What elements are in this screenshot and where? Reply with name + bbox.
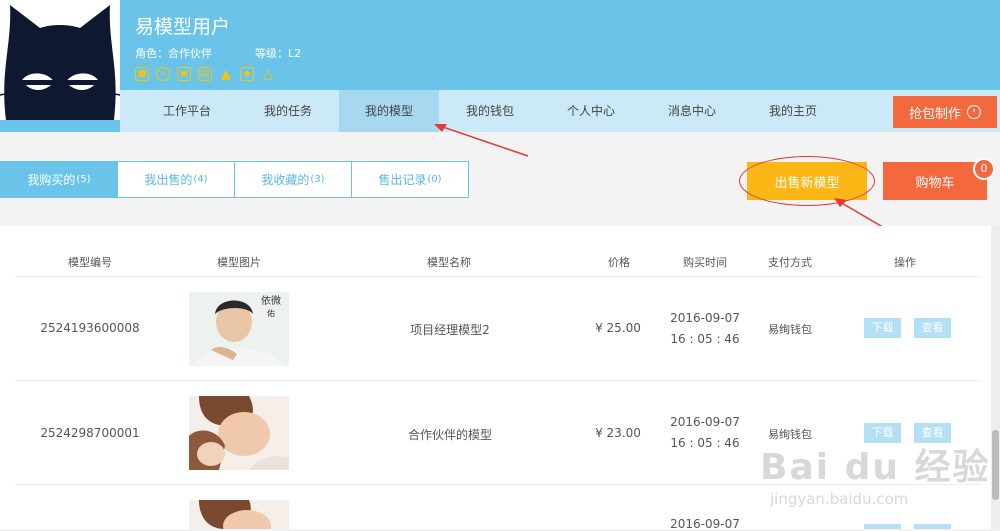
model-id: 2524298700001 (40, 426, 140, 440)
model-name: 合作伙伴的模型 (407, 428, 492, 442)
col-header-name: 模型名称 (427, 256, 471, 269)
col-header-payment: 支付方式 (768, 256, 812, 269)
download-button[interactable]: 下载 (864, 318, 901, 338)
col-header-actions: 操作 (894, 256, 916, 269)
watermark: Bai du 经验 jingyan.baidu.com (760, 438, 991, 508)
watermark-brand: Bai du 经验 (760, 447, 991, 488)
download-button[interactable] (864, 524, 901, 529)
model-thumbnail[interactable]: 依微 佑 (189, 292, 289, 366)
col-header-image: 模型图片 (217, 256, 261, 269)
view-button[interactable]: 查看 (914, 318, 951, 338)
row-divider (15, 380, 980, 381)
purchase-time: 16 : 05 : 46 (670, 436, 740, 450)
svg-text:依微: 依微 (261, 294, 281, 307)
col-header-price: 价格 (608, 256, 630, 269)
model-thumbnail[interactable] (189, 396, 289, 470)
purchase-date: 2016-09-07 (670, 311, 740, 325)
payment-method: 易绚钱包 (768, 323, 812, 336)
model-id: 2524193600008 (40, 321, 140, 335)
col-header-id: 模型编号 (68, 256, 112, 269)
model-price: ¥ 23.00 (595, 426, 641, 440)
view-button[interactable] (914, 524, 951, 529)
watermark-url: jingyan.baidu.com (770, 490, 909, 508)
svg-text:佑: 佑 (267, 308, 275, 318)
model-thumbnail[interactable] (189, 500, 289, 529)
purchase-time: 16 : 05 : 46 (670, 332, 740, 346)
model-price: ¥ 25.00 (595, 321, 641, 335)
row-divider (15, 276, 980, 277)
purchase-date: 2016-09-07 (670, 415, 740, 429)
model-name: 项目经理模型2 (410, 323, 490, 337)
col-header-time: 购买时间 (683, 256, 727, 269)
scrollbar-thumb[interactable] (992, 430, 999, 500)
